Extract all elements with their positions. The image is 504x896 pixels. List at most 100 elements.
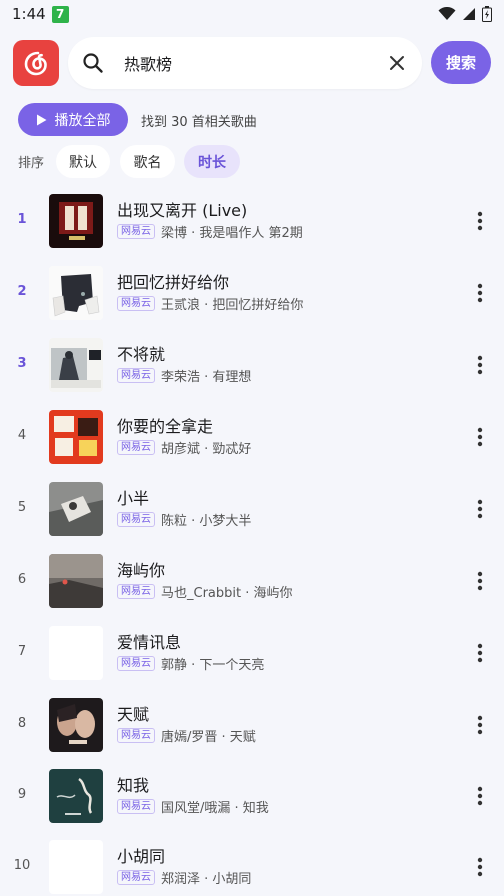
artist-album: 马也_Crabbit · 海屿你: [161, 586, 293, 601]
netease-music-icon: [24, 51, 47, 76]
song-meta: 网易云 王贰浪 · 把回忆拼好给你: [117, 294, 303, 313]
source-tag: 网易云: [117, 440, 155, 455]
song-row[interactable]: 8 天赋 网易云 唐嫣/罗晋 · 天赋: [0, 689, 504, 761]
song-index: 5: [17, 500, 27, 515]
sort-chip-duration[interactable]: 时长: [184, 145, 240, 178]
artist-album: 王贰浪 · 把回忆拼好给你: [161, 298, 304, 313]
search-icon: [83, 53, 103, 73]
more-vertical-icon[interactable]: [470, 209, 490, 233]
song-row[interactable]: 6 海屿你 网易云 马也_Crabbit · 海屿你: [0, 545, 504, 617]
more-vertical-icon[interactable]: [470, 353, 490, 377]
source-tag: 网易云: [117, 296, 155, 311]
album-cover: [49, 338, 103, 392]
song-title: 海屿你: [117, 561, 166, 580]
artist-album: 梁博 · 我是唱作人 第2期: [161, 226, 303, 241]
song-index: 7: [17, 644, 27, 659]
more-vertical-icon[interactable]: [470, 855, 490, 879]
source-tag: 网易云: [117, 728, 155, 743]
source-tag: 网易云: [117, 870, 155, 885]
play-icon: [36, 114, 46, 125]
play-all-button[interactable]: 播放全部: [18, 103, 128, 136]
song-title: 出现又离开 (Live): [117, 201, 248, 220]
sort-chip-default[interactable]: 默认: [56, 145, 110, 178]
song-meta: 网易云 胡彦斌 · 勁忒好: [117, 438, 251, 457]
song-title: 爱情讯息: [117, 633, 182, 652]
song-row[interactable]: 10 小胡同 网易云 郑润泽 · 小胡同: [0, 831, 504, 896]
song-index: 8: [17, 716, 27, 731]
more-vertical-icon[interactable]: [470, 713, 490, 737]
play-all-label: 播放全部: [54, 112, 111, 129]
album-cover: [49, 554, 103, 608]
artist-album: 国风堂/哦漏 · 知我: [161, 801, 269, 816]
song-row[interactable]: 2 把回忆拼好给你 网易云 王贰浪 · 把回忆拼好给你: [0, 257, 504, 329]
source-tag: 网易云: [117, 799, 155, 814]
artist-album: 陈粒 · 小梦大半: [161, 514, 252, 529]
notification-badge: 7: [51, 5, 69, 23]
album-cover: [49, 698, 103, 752]
sort-chip-name[interactable]: 歌名: [120, 145, 175, 178]
song-row[interactable]: 3 不将就 网易云 李荣浩 · 有理想: [0, 329, 504, 401]
search-bar: [68, 37, 422, 89]
wifi-icon: [438, 7, 456, 20]
song-title: 天赋: [117, 705, 150, 724]
song-title: 不将就: [117, 345, 166, 364]
artist-album: 胡彦斌 · 勁忒好: [161, 442, 252, 457]
song-meta: 网易云 郭静 · 下一个天亮: [117, 654, 264, 673]
artist-album: 唐嫣/罗晋 · 天赋: [161, 730, 256, 745]
source-tag: 网易云: [117, 224, 155, 239]
source-tag: 网易云: [117, 512, 155, 527]
search-button[interactable]: 搜索: [431, 41, 491, 84]
artist-album: 郭静 · 下一个天亮: [161, 658, 265, 673]
search-input[interactable]: [124, 49, 364, 77]
song-index: 1: [17, 212, 27, 227]
result-count: 找到 30 首相关歌曲: [141, 115, 257, 130]
more-vertical-icon[interactable]: [470, 497, 490, 521]
battery-icon: [482, 6, 492, 22]
song-row[interactable]: 4 你要的全拿走 网易云 胡彦斌 · 勁忒好: [0, 401, 504, 473]
song-title: 你要的全拿走: [117, 417, 214, 436]
song-row[interactable]: 7 爱情讯息 网易云 郭静 · 下一个天亮: [0, 617, 504, 689]
album-cover: [49, 194, 103, 248]
album-cover: [49, 410, 103, 464]
song-meta: 网易云 陈粒 · 小梦大半: [117, 510, 251, 529]
more-vertical-icon[interactable]: [470, 281, 490, 305]
album-cover: [49, 769, 103, 823]
song-index: 9: [17, 787, 27, 802]
song-row[interactable]: 9 知我 网易云 国风堂/哦漏 · 知我: [0, 760, 504, 832]
song-title: 把回忆拼好给你: [117, 273, 230, 292]
status-time: 1:44: [12, 5, 46, 23]
album-cover: [49, 482, 103, 536]
song-title: 小胡同: [117, 847, 166, 866]
sort-label: 排序: [18, 156, 45, 171]
more-vertical-icon[interactable]: [470, 569, 490, 593]
more-vertical-icon[interactable]: [470, 784, 490, 808]
more-vertical-icon[interactable]: [470, 425, 490, 449]
song-index: 10: [13, 858, 31, 873]
signal-icon: [463, 8, 475, 20]
song-meta: 网易云 梁博 · 我是唱作人 第2期: [117, 222, 303, 241]
song-title: 小半: [117, 489, 150, 508]
song-meta: 网易云 马也_Crabbit · 海屿你: [117, 582, 293, 601]
song-row[interactable]: 5 小半 网易云 陈粒 · 小梦大半: [0, 473, 504, 545]
album-cover: [49, 840, 103, 894]
album-cover: [49, 626, 103, 680]
song-meta: 网易云 国风堂/哦漏 · 知我: [117, 797, 269, 816]
source-tag: 网易云: [117, 656, 155, 671]
artist-album: 郑润泽 · 小胡同: [161, 872, 252, 887]
album-cover: [49, 266, 103, 320]
song-row[interactable]: 1 出现又离开 (Live) 网易云 梁博 · 我是唱作人 第2期: [0, 185, 504, 257]
song-meta: 网易云 郑润泽 · 小胡同: [117, 868, 251, 887]
clear-icon[interactable]: [388, 54, 406, 72]
artist-album: 李荣浩 · 有理想: [161, 370, 252, 385]
song-meta: 网易云 李荣浩 · 有理想: [117, 366, 251, 385]
more-vertical-icon[interactable]: [470, 641, 490, 665]
song-index: 2: [17, 284, 27, 299]
app-logo[interactable]: [13, 40, 59, 86]
song-title: 知我: [117, 776, 150, 795]
song-index: 6: [17, 572, 27, 587]
source-tag: 网易云: [117, 584, 155, 599]
source-tag: 网易云: [117, 368, 155, 383]
status-icons: [438, 6, 492, 22]
song-index: 3: [17, 356, 27, 371]
status-bar: 1:44 7: [0, 0, 504, 28]
